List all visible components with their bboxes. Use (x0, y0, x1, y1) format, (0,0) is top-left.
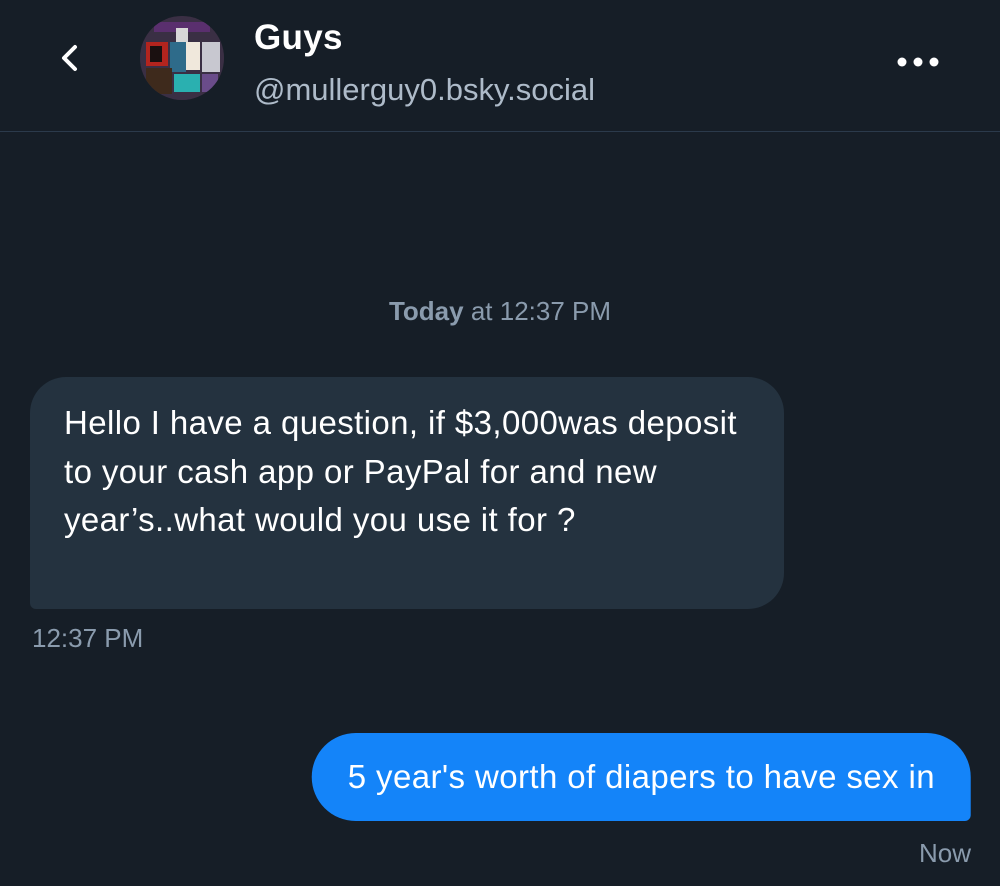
profile-handle[interactable]: @mullerguy0.bsky.social (254, 72, 595, 108)
outgoing-message-text: 5 year's worth of diapers to have sex in (347, 758, 935, 795)
date-separator-time: at 12:37 PM (463, 296, 612, 326)
profile-name[interactable]: Guys (254, 18, 343, 58)
outgoing-message-time: Now (918, 838, 971, 868)
outgoing-message-bubble[interactable]: 5 year's worth of diapers to have sex in (311, 733, 971, 821)
more-horizontal-icon (897, 57, 939, 67)
date-separator: Today at 12:37 PM (0, 296, 1000, 327)
more-options-button[interactable] (888, 42, 948, 82)
date-separator-day: Today (388, 296, 464, 326)
avatar[interactable] (140, 16, 224, 100)
incoming-message-time: 12:37 PM (32, 623, 144, 653)
avatar-image (140, 16, 224, 100)
chevron-left-icon (62, 45, 77, 71)
incoming-message-bubble[interactable]: Hello I have a question, if $3,000was de… (30, 377, 784, 609)
conversation-screen: Guys @mullerguy0.bsky.social Today at 12… (0, 0, 1000, 886)
chat-header: Guys @mullerguy0.bsky.social (0, 0, 1000, 132)
back-button[interactable] (48, 36, 92, 80)
